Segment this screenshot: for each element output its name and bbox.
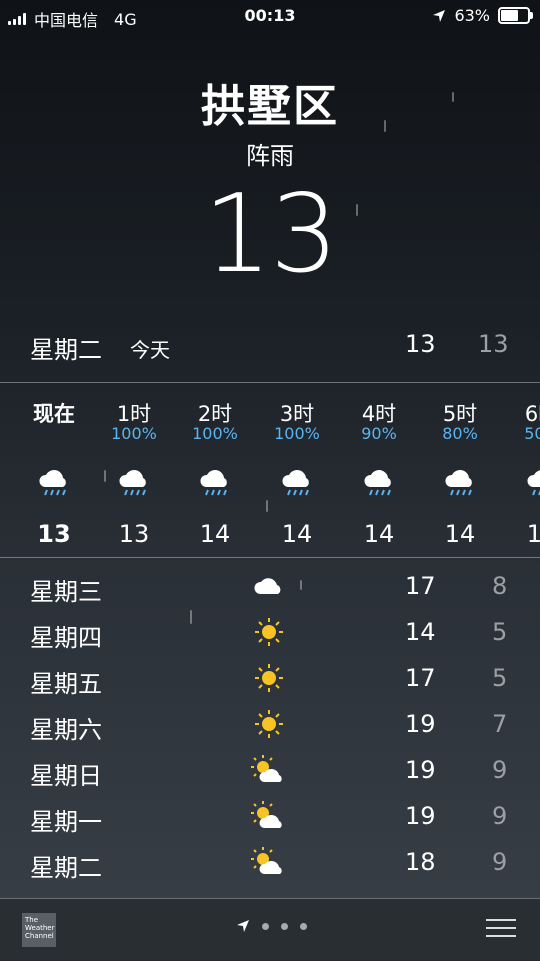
daily-low: 9: [492, 756, 508, 784]
daily-high: 19: [405, 710, 436, 738]
hour-label: 4时: [361, 402, 397, 426]
hour-precip: 100%: [111, 424, 157, 443]
hour-temp: 14: [281, 520, 313, 548]
daily-row: 星期五 17 5: [0, 656, 540, 702]
list-icon[interactable]: [486, 919, 516, 943]
hour-precip: 100%: [192, 424, 238, 443]
today-high: 13: [405, 330, 436, 358]
cloud-icon: [246, 566, 292, 606]
location-arrow-icon: [433, 9, 446, 22]
daily-row: 星期六 19 7: [0, 702, 540, 748]
today-row: 星期二 今天 13 13: [0, 330, 540, 370]
status-bar: 中国电信 4G 00:13 63%: [0, 0, 540, 34]
partly-cloudy-icon: [246, 796, 292, 836]
daily-day: 星期四: [30, 624, 102, 652]
hour-label: 1时: [116, 402, 152, 426]
hour-item: 3时 100% 14: [257, 384, 337, 548]
page-dot: [262, 922, 269, 930]
hour-precip: 90%: [361, 424, 397, 443]
daily-low: 9: [492, 802, 508, 830]
today-low: 13: [478, 330, 509, 358]
hour-precip: 100%: [274, 424, 320, 443]
daily-day: 星期二: [30, 854, 102, 882]
sun-icon: [246, 704, 292, 744]
bottom-toolbar: The Weather Channel: [0, 898, 540, 961]
daily-day: 星期日: [30, 762, 102, 790]
battery-percent: 63%: [454, 6, 490, 25]
daily-day: 星期五: [30, 670, 102, 698]
hour-item: 2时 100% 14: [175, 384, 255, 548]
hour-label: 5时: [442, 402, 478, 426]
daily-high: 17: [405, 664, 436, 692]
rain-cloud-icon: [257, 458, 337, 508]
daily-high: 19: [405, 756, 436, 784]
hour-temp: 13: [37, 520, 71, 548]
daily-low: 8: [492, 572, 508, 600]
daily-high: 18: [405, 848, 436, 876]
daily-day: 星期三: [30, 578, 102, 606]
rain-cloud-icon: [420, 458, 500, 508]
partly-cloudy-icon: [246, 750, 292, 790]
hour-precip: 80%: [442, 424, 478, 443]
hour-precip: [14, 424, 94, 446]
daily-row: 星期三 17 8: [0, 564, 540, 610]
daily-day: 星期六: [30, 716, 102, 744]
hour-item: 6时 50% 14: [502, 384, 540, 548]
daily-low: 7: [492, 710, 508, 738]
rain-cloud-icon: [339, 458, 419, 508]
weather-channel-logo[interactable]: The Weather Channel: [22, 913, 56, 947]
daily-row: 星期日 19 9: [0, 748, 540, 794]
daily-low: 5: [492, 664, 508, 692]
daily-high: 17: [405, 572, 436, 600]
hour-label: 3时: [279, 402, 315, 426]
hour-item: 4时 90% 14: [339, 384, 419, 548]
daily-row: 星期二 18 9: [0, 840, 540, 886]
hour-item: 1时 100% 13: [94, 384, 174, 548]
hour-label: 现在: [33, 402, 75, 426]
location-arrow-icon: [237, 920, 249, 932]
sun-icon: [246, 658, 292, 698]
divider: [0, 382, 540, 383]
hour-temp: 14: [363, 520, 395, 548]
daily-high: 14: [405, 618, 436, 646]
current-condition: 阵雨: [246, 142, 294, 170]
rain-cloud-icon: [94, 458, 174, 508]
daily-low: 9: [492, 848, 508, 876]
rain-cloud-icon: [175, 458, 255, 508]
hour-temp: 13: [118, 520, 150, 548]
daily-high: 19: [405, 802, 436, 830]
page-dot: [281, 922, 288, 930]
hour-label: 6时: [524, 402, 540, 426]
rain-cloud-icon: [502, 458, 540, 508]
sun-icon: [246, 612, 292, 652]
hour-temp: 14: [444, 520, 476, 548]
daily-row: 星期一 19 9: [0, 794, 540, 840]
hour-label: 2时: [197, 402, 233, 426]
hour-temp: 14: [526, 520, 540, 548]
hour-item: 现在 13: [14, 384, 94, 548]
daily-row: 星期四 14 5: [0, 610, 540, 656]
city-name: 拱墅区: [201, 81, 339, 132]
hourly-forecast[interactable]: 现在 13 1时 100% 13 2时 100% 14 3时 100% 14 4…: [0, 384, 540, 556]
rain-cloud-icon: [14, 458, 94, 508]
hour-precip: 50%: [524, 424, 540, 443]
daily-day: 星期一: [30, 808, 102, 836]
hour-item: 5时 80% 14: [420, 384, 500, 548]
page-indicator[interactable]: [236, 919, 307, 933]
today-label: 今天: [130, 338, 170, 362]
page-dot: [300, 922, 307, 930]
today-day: 星期二: [30, 336, 102, 364]
daily-low: 5: [492, 618, 508, 646]
battery-icon: [498, 7, 533, 24]
hour-temp: 14: [199, 520, 231, 548]
partly-cloudy-icon: [246, 842, 292, 882]
divider: [0, 557, 540, 558]
current-temperature: 13: [203, 172, 338, 297]
